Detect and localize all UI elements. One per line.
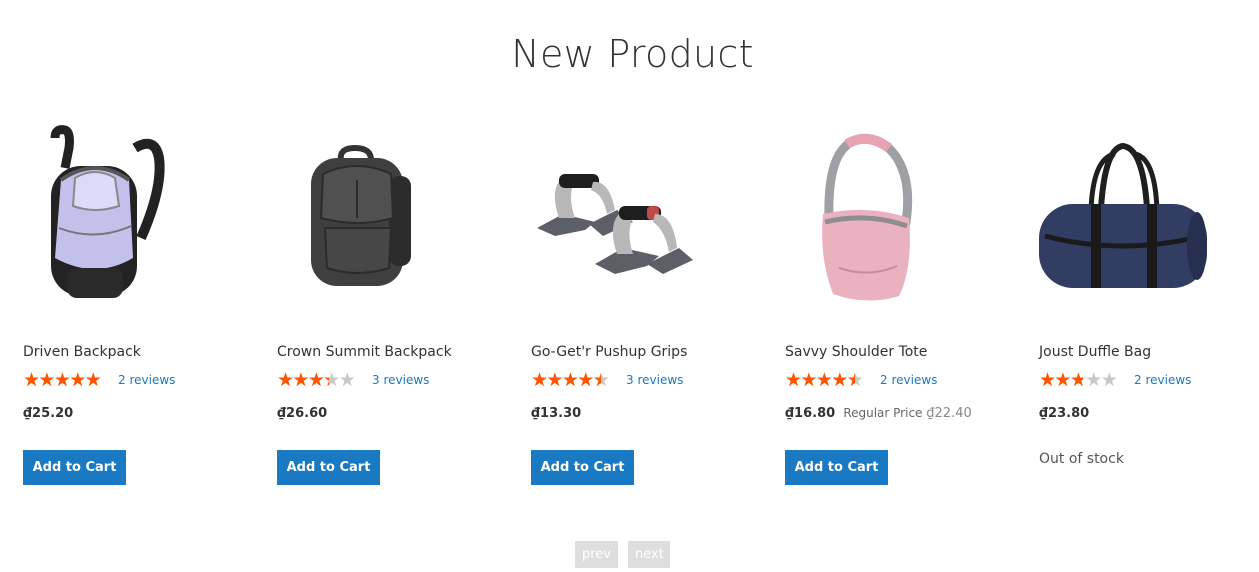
product-image-link[interactable] — [1031, 118, 1211, 318]
price-box: ₫26.60 — [277, 406, 327, 421]
rating-stars-icon: ★★★★★ ★★★★★ — [1039, 369, 1118, 391]
product-name-link[interactable]: Go-Get'r Pushup Grips — [531, 344, 687, 360]
final-price: ₫26.60 — [277, 406, 328, 421]
tote-bag-icon — [822, 133, 913, 301]
product-rating: ★★★★★ ★★★★★ 2 reviews — [785, 369, 937, 391]
duffle-bag-icon — [1039, 142, 1207, 288]
prev-button[interactable]: prev — [575, 541, 618, 568]
product-name-link[interactable]: Joust Duffle Bag — [1039, 344, 1151, 360]
rating-stars-icon: ★★★★★ ★★★★★ — [785, 369, 864, 391]
product-grid: Driven Backpack ★★★★★ ★★★★★ 2 reviews ₫2… — [0, 0, 1259, 572]
add-to-cart-button[interactable]: Add to Cart — [23, 450, 126, 485]
final-price: ₫13.30 — [531, 406, 582, 421]
product-card: Savvy Shoulder Tote ★★★★★ ★★★★★ 2 review… — [785, 118, 1015, 498]
rating-stars-icon: ★★★★★ ★★★★★ — [23, 369, 102, 391]
reviews-link[interactable]: 2 reviews — [1134, 373, 1191, 387]
product-card: Joust Duffle Bag ★★★★★ ★★★★★ 2 reviews ₫… — [1039, 118, 1259, 498]
product-image-link[interactable] — [269, 118, 449, 318]
product-rating: ★★★★★ ★★★★★ 2 reviews — [1039, 369, 1191, 391]
old-price-value: ₫22.40 — [926, 406, 972, 421]
rating-stars-icon: ★★★★★ ★★★★★ — [277, 369, 356, 391]
product-rating: ★★★★★ ★★★★★ 2 reviews — [23, 369, 175, 391]
pushup-grips-icon — [537, 174, 693, 274]
product-rating: ★★★★★ ★★★★★ 3 reviews — [277, 369, 429, 391]
final-price: ₫25.20 — [23, 406, 74, 421]
product-image-link[interactable] — [523, 118, 703, 318]
product-image-link[interactable] — [777, 118, 957, 318]
stock-status: Out of stock — [1039, 451, 1124, 467]
product-name-link[interactable]: Crown Summit Backpack — [277, 344, 452, 360]
product-name-link[interactable]: Driven Backpack — [23, 344, 141, 360]
next-button[interactable]: next — [628, 541, 670, 568]
final-price: ₫16.80 — [785, 406, 836, 421]
old-price: Regular Price ₫22.40 — [843, 406, 972, 421]
price-box: ₫16.80 Regular Price ₫22.40 — [785, 406, 972, 421]
product-card: Crown Summit Backpack ★★★★★ ★★★★★ 3 revi… — [277, 118, 507, 498]
pager: prev next — [575, 541, 670, 568]
add-to-cart-button[interactable]: Add to Cart — [531, 450, 634, 485]
final-price: ₫23.80 — [1039, 406, 1090, 421]
product-rating: ★★★★★ ★★★★★ 3 reviews — [531, 369, 683, 391]
product-card: Go-Get'r Pushup Grips ★★★★★ ★★★★★ 3 revi… — [531, 118, 761, 498]
reviews-link[interactable]: 2 reviews — [118, 373, 175, 387]
old-price-label: Regular Price — [843, 406, 923, 420]
price-box: ₫23.80 — [1039, 406, 1089, 421]
product-card: Driven Backpack ★★★★★ ★★★★★ 2 reviews ₫2… — [23, 118, 253, 498]
price-box: ₫25.20 — [23, 406, 73, 421]
backpack-icon — [50, 125, 165, 298]
price-box: ₫13.30 — [531, 406, 581, 421]
rating-stars-icon: ★★★★★ ★★★★★ — [531, 369, 610, 391]
reviews-link[interactable]: 3 reviews — [372, 373, 429, 387]
add-to-cart-button[interactable]: Add to Cart — [785, 450, 888, 485]
reviews-link[interactable]: 3 reviews — [626, 373, 683, 387]
reviews-link[interactable]: 2 reviews — [880, 373, 937, 387]
add-to-cart-button[interactable]: Add to Cart — [277, 450, 380, 485]
backpack-icon — [311, 144, 411, 286]
product-name-link[interactable]: Savvy Shoulder Tote — [785, 344, 927, 360]
product-image-link[interactable] — [15, 118, 195, 318]
